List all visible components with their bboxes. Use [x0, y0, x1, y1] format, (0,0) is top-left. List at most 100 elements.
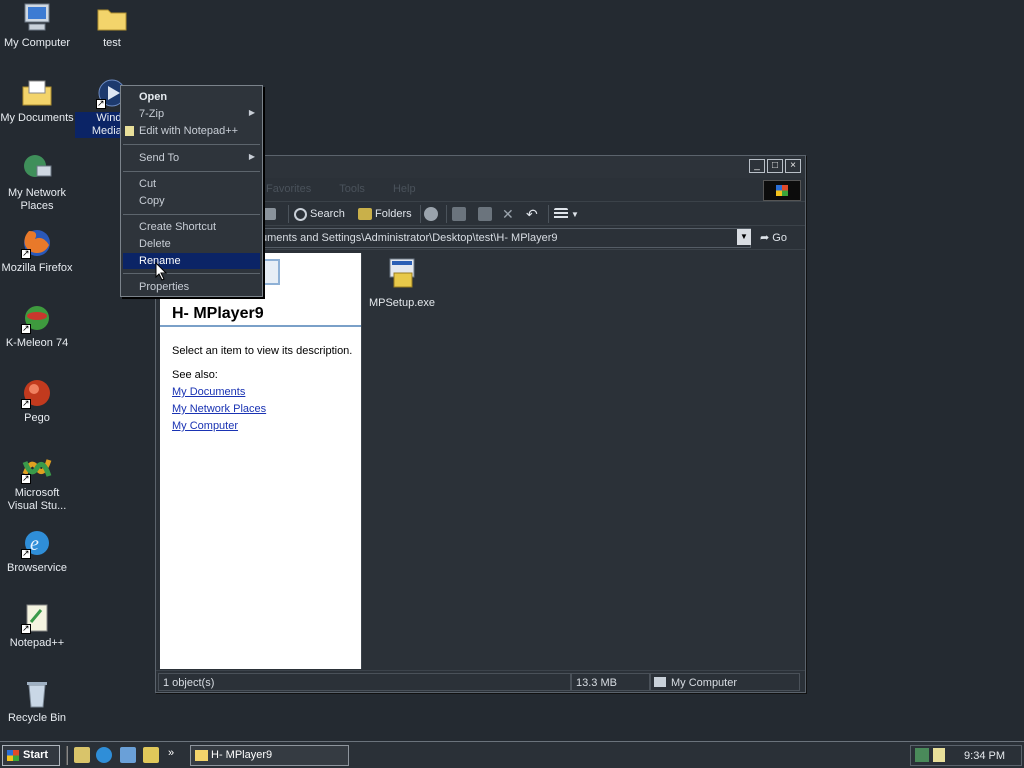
- menu-item-properties[interactable]: Properties: [123, 279, 260, 295]
- file-list[interactable]: MPSetup.exe: [361, 253, 803, 669]
- folders-button-label: Folders: [375, 208, 412, 220]
- go-button-label: Go: [772, 232, 787, 244]
- desktop-icon-label: My Network Places: [7, 187, 67, 212]
- firefox-icon: [21, 227, 53, 260]
- desktop-icon-firefox[interactable]: Mozilla Firefox: [0, 227, 74, 275]
- notepad-plus-plus-icon: [21, 602, 53, 635]
- menu-item-cut[interactable]: Cut: [123, 176, 260, 192]
- file-item[interactable]: MPSetup.exe: [366, 257, 438, 309]
- link-my-computer[interactable]: My Computer: [172, 420, 238, 432]
- quick-launch-ie-icon[interactable]: [96, 747, 112, 763]
- context-menu[interactable]: Open 7-Zip ▶ Edit with Notepad++ Send To ▶…: [120, 85, 263, 297]
- menu-item-label: 7-Zip: [139, 108, 165, 120]
- desktop-icon-browservice[interactable]: e Browservice: [0, 527, 74, 575]
- file-name: MPSetup.exe: [368, 297, 436, 309]
- shortcut-arrow-icon: [21, 547, 31, 560]
- menu-item-label: Delete: [139, 238, 171, 250]
- windows-logo-icon: [763, 180, 801, 201]
- submenu-arrow-icon: ▶: [248, 152, 255, 161]
- copy-to-button[interactable]: [478, 205, 492, 223]
- desktop-icon-pego[interactable]: Pego: [0, 377, 74, 425]
- views-button[interactable]: ▼: [554, 205, 579, 223]
- folder-title: H- MPlayer9: [172, 305, 264, 322]
- views-icon: [554, 208, 568, 220]
- desktop-icon-label: Mozilla Firefox: [1, 262, 73, 274]
- up-folder-button[interactable]: [262, 205, 276, 223]
- menu-item-send-to[interactable]: Send To ▶: [123, 150, 260, 166]
- status-bar: 1 object(s) 13.3 MB My Computer: [156, 670, 805, 692]
- taskbar-button-explorer[interactable]: H- MPlayer9: [190, 745, 349, 766]
- desktop-icon-label: test: [103, 37, 121, 49]
- link-my-documents[interactable]: My Documents: [172, 386, 245, 398]
- folder-icon: [96, 2, 128, 34]
- desktop-icon-label: My Documents: [0, 112, 74, 124]
- desktop-icon-test-folder[interactable]: test: [75, 2, 149, 50]
- menu-item-delete[interactable]: Delete: [123, 236, 260, 252]
- quick-launch-desktop-icon[interactable]: [74, 747, 90, 763]
- history-button[interactable]: [424, 205, 438, 223]
- desktop-icon-k-meleon[interactable]: K-Meleon 74: [0, 302, 74, 350]
- close-button[interactable]: ×: [785, 159, 801, 173]
- folder-icon: [195, 750, 208, 761]
- address-dropdown-button[interactable]: ▼: [737, 229, 751, 245]
- desktop-icon-label: Microsoft Visual Stu...: [7, 487, 67, 512]
- start-button[interactable]: Start: [2, 745, 60, 766]
- menu-item-copy[interactable]: Copy: [123, 193, 260, 209]
- desktop-icon-recycle-bin[interactable]: Recycle Bin: [0, 677, 74, 725]
- desktop-icon-notepad-plus-plus[interactable]: Notepad++: [0, 602, 74, 650]
- menu-item-rename[interactable]: Rename: [123, 253, 260, 269]
- documents-folder-icon: [21, 77, 53, 109]
- menu-item-7zip[interactable]: 7-Zip ▶: [123, 106, 260, 122]
- menu-item-label: Edit with Notepad++: [139, 125, 239, 137]
- go-button[interactable]: ➦ Go: [760, 231, 787, 244]
- menu-item-open[interactable]: Open: [123, 89, 260, 105]
- move-to-button[interactable]: [452, 205, 466, 223]
- quick-launch-outlook-icon[interactable]: [120, 747, 136, 763]
- network-icon: [21, 152, 53, 184]
- link-my-network-places[interactable]: My Network Places: [172, 403, 266, 415]
- network-tray-icon[interactable]: [915, 748, 929, 762]
- desktop-icon-label: Pego: [24, 412, 50, 424]
- search-button[interactable]: Search: [294, 205, 345, 223]
- menu-item-edit-notepad[interactable]: Edit with Notepad++: [123, 123, 260, 139]
- menu-item-label: Cut: [139, 178, 157, 190]
- search-icon: [294, 207, 307, 221]
- shortcut-arrow-icon: [21, 397, 31, 410]
- menu-favorites[interactable]: Favorites: [266, 183, 311, 195]
- status-zone-label: My Computer: [671, 677, 738, 689]
- folders-button[interactable]: Folders: [358, 205, 412, 223]
- menu-help[interactable]: Help: [393, 183, 416, 195]
- shortcut-arrow-icon: [21, 622, 31, 635]
- pego-icon: [21, 377, 53, 410]
- menu-item-create-shortcut[interactable]: Create Shortcut: [123, 219, 260, 235]
- clock: 9:34 PM: [964, 750, 1005, 762]
- chevron-right-icon[interactable]: »: [168, 747, 174, 759]
- desktop-icon-label: Notepad++: [9, 637, 65, 649]
- shortcut-arrow-icon: [96, 97, 106, 110]
- status-object-count: 1 object(s): [158, 673, 571, 691]
- desktop-icon-my-computer[interactable]: My Computer: [0, 2, 74, 50]
- computer-icon: [21, 2, 53, 34]
- menu-item-label: Properties: [139, 281, 190, 293]
- desktop-icon-visual-studio[interactable]: Microsoft Visual Stu...: [0, 452, 74, 513]
- shortcut-arrow-icon: [21, 472, 31, 485]
- menu-item-label: Open: [139, 91, 168, 103]
- description-text: Select an item to view its description.: [172, 345, 353, 357]
- desktop-icon-label: My Computer: [3, 37, 71, 49]
- quick-launch-explorer-icon[interactable]: [143, 747, 159, 763]
- shortcut-arrow-icon: [21, 247, 31, 260]
- search-button-label: Search: [310, 208, 345, 220]
- desktop-icon-my-network-places[interactable]: My Network Places: [0, 152, 74, 213]
- undo-button[interactable]: ↶: [526, 205, 538, 223]
- notepad-tray-icon[interactable]: [933, 748, 945, 762]
- undo-icon: ↶: [526, 205, 538, 222]
- status-zone: My Computer: [650, 673, 800, 691]
- recycle-bin-icon: [21, 677, 53, 709]
- visual-studio-icon: [21, 452, 53, 485]
- maximize-button[interactable]: □: [767, 159, 783, 173]
- delete-button[interactable]: ✕: [502, 205, 514, 223]
- menu-tools[interactable]: Tools: [339, 183, 365, 195]
- minimize-button[interactable]: _: [749, 159, 765, 173]
- menu-item-label: Copy: [139, 195, 165, 207]
- desktop-icon-my-documents[interactable]: My Documents: [0, 77, 74, 125]
